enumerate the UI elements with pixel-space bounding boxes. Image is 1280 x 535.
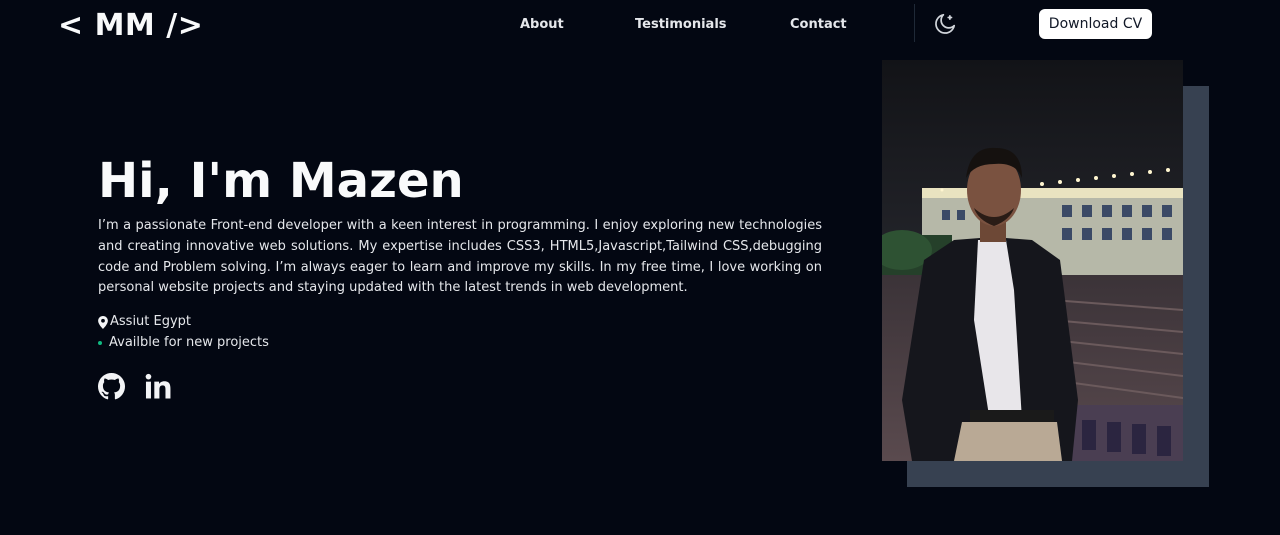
linkedin-link[interactable]: [145, 373, 171, 399]
availability-text: Availble for new projects: [109, 335, 269, 350]
profile-photo: [882, 60, 1183, 461]
download-cv-button[interactable]: Download CV: [1039, 9, 1152, 39]
hero-bio: I’m a passionate Front-end developer wit…: [98, 218, 822, 296]
portfolio-page: < MM /> About Testimonials Contact Downl…: [0, 0, 1280, 535]
availability-dot: [98, 341, 102, 345]
nav-link-contact[interactable]: Contact: [790, 16, 847, 34]
location-line: Assiut Egypt: [98, 313, 191, 331]
portrait-illustration: [882, 60, 1183, 461]
linkedin-icon: [145, 373, 171, 399]
github-icon: [98, 373, 125, 400]
nav-link-testimonials[interactable]: Testimonials: [635, 16, 727, 34]
nav-divider: [914, 4, 915, 42]
location-text: Assiut Egypt: [110, 314, 192, 329]
theme-toggle-button[interactable]: [932, 11, 958, 37]
availability-line: Availble for new projects: [98, 334, 269, 352]
moon-icon: [935, 13, 956, 34]
github-link[interactable]: [98, 373, 125, 400]
site-header: < MM /> About Testimonials Contact Downl…: [0, 0, 1280, 48]
hero-title: Hi, I'm Mazen: [98, 153, 464, 209]
map-pin-icon: [98, 315, 108, 329]
site-logo[interactable]: < MM />: [58, 8, 203, 44]
nav-link-about[interactable]: About: [520, 16, 564, 34]
